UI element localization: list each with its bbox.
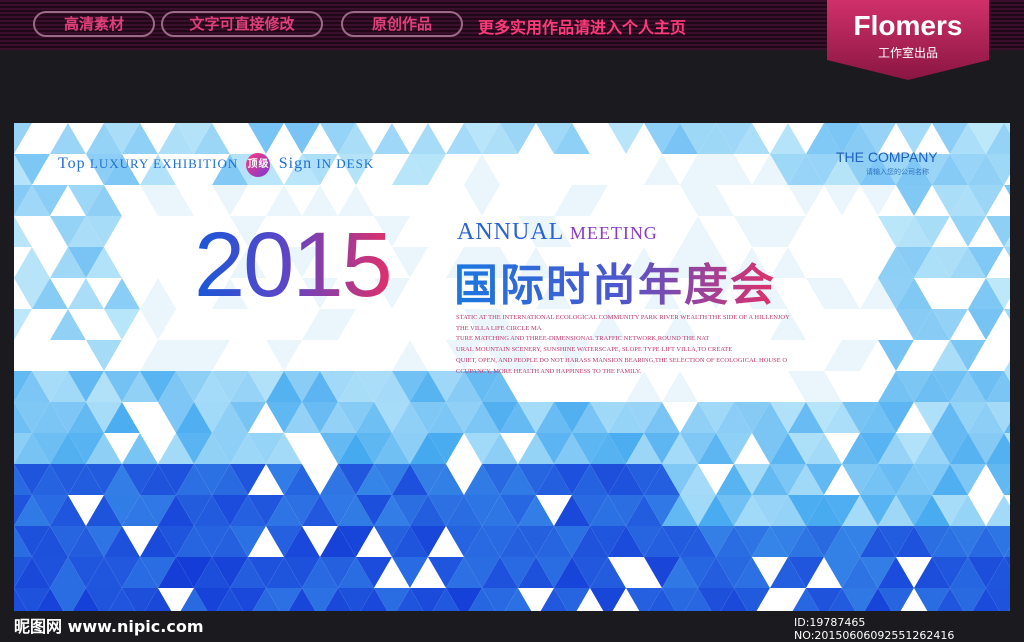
body-line: URAL MOUNTAIN SCENERY, SUNSHINE WATERSCA…	[456, 346, 733, 354]
tagline-word: Top	[58, 154, 86, 172]
tagline-word: in	[316, 155, 333, 171]
promo-text[interactable]: 更多实用作品请进入个人主页	[478, 14, 686, 38]
tagline-word: luxury	[89, 155, 149, 171]
body-paragraph: STATIC AT THE INTERNATIONAL ECOLOGICAL C…	[456, 313, 836, 377]
tagline-word: exhibition	[153, 155, 239, 171]
company-subtitle: 请输入您的公司名称	[866, 168, 929, 176]
body-line: QUIET, OPEN, AND PEOPLE DO NOT HARASS MA…	[456, 356, 788, 364]
company-name: THE COMPANY	[836, 149, 938, 165]
pill-original-work[interactable]: 原创作品	[341, 11, 463, 37]
annual-word: Annual	[457, 219, 565, 245]
tagline-word: desk	[336, 155, 375, 171]
tagline: Top luxury exhibition 顶级 Sign in desk	[58, 153, 374, 177]
chinese-title: 国际时尚年度会	[454, 249, 776, 313]
body-line: CCUPANCY, MORE HEALTH AND HAPPINESS TO T…	[456, 367, 642, 375]
body-line: STATIC AT THE INTERNATIONAL ECOLOGICAL C…	[456, 314, 790, 321]
meeting-word: meeting	[569, 223, 658, 243]
body-line: THE VILLA LIFE CIRCLE MA	[456, 324, 542, 332]
top-badge: 顶级	[246, 153, 271, 177]
pill-editable-text[interactable]: 文字可直接修改	[161, 11, 323, 37]
brand-name: Flomers	[853, 10, 963, 41]
watermark-site: 昵图网 www.nipic.com	[14, 617, 204, 636]
brand-badge: Flomers 工作室出品	[827, 0, 989, 80]
body-line: TURE MATCHING AND THREE-DIMENSIONAL TRAF…	[456, 335, 710, 343]
poster: Top luxury exhibition 顶级 Sign in desk TH…	[14, 123, 1010, 611]
year-title: 2015	[194, 214, 393, 316]
tagline-word: Sign	[278, 154, 313, 172]
brand-subtitle: 工作室出品	[877, 46, 938, 60]
image-id: ID:19787465 NO:20150606092551262416	[794, 616, 955, 642]
pill-hd-material[interactable]: 高清素材	[33, 11, 155, 37]
annual-meeting: Annual meeting	[457, 219, 658, 246]
